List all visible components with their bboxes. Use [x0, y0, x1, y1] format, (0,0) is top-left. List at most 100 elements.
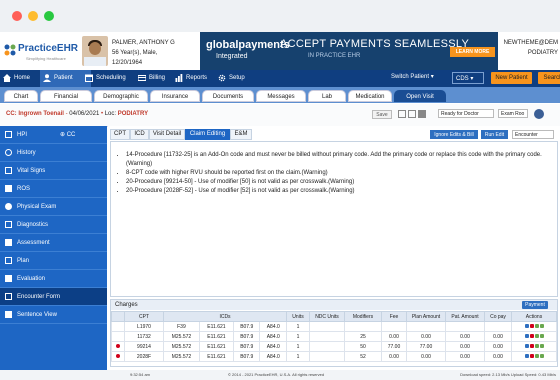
sidebar-item-encounter-form[interactable]: Encounter Form	[0, 288, 107, 306]
units-cell[interactable]: 1	[286, 331, 310, 342]
sidebar-item-diagnostics[interactable]: Diagnostics	[0, 216, 107, 234]
icd-cell[interactable]: B07.9	[232, 351, 261, 362]
move-down-icon[interactable]	[539, 333, 544, 338]
ad-learn-more-button[interactable]: LEARN MORE	[450, 47, 495, 57]
nav-setup[interactable]: Setup	[215, 70, 263, 87]
edit-icon[interactable]	[524, 343, 529, 348]
save-button[interactable]: Save	[372, 110, 392, 119]
move-up-icon[interactable]	[534, 333, 539, 338]
maximize-window-button[interactable]	[44, 11, 54, 21]
minimize-window-button[interactable]	[28, 11, 38, 21]
fee-cell[interactable]: 0.00	[381, 331, 407, 342]
chief-complaint[interactable]: Ingrown Toenail	[18, 111, 64, 117]
sidebar-item-sentence-view[interactable]: Sentence View	[0, 306, 107, 324]
units-cell[interactable]: 1	[286, 351, 310, 362]
payment-button[interactable]: Payment	[522, 301, 548, 309]
table-row[interactable]: 99214 M25.572 E11.621 B07.9 A84.0 1 50 7…	[111, 341, 557, 352]
table-row[interactable]: 11732 M25.572 E11.621 B07.9 A84.0 1 25 0…	[111, 331, 557, 342]
move-up-icon[interactable]	[534, 353, 539, 358]
ndc-units-cell[interactable]	[309, 351, 345, 362]
cds-dropdown[interactable]: CDS ▾	[452, 72, 484, 84]
icd-cell[interactable]: E11.621	[198, 321, 234, 332]
icd-cell[interactable]: E11.621	[198, 331, 234, 342]
tab-lab[interactable]: Lab	[308, 90, 346, 102]
icd-cell[interactable]: M25.572	[163, 341, 200, 352]
move-up-icon[interactable]	[534, 323, 539, 328]
subtab-cpt[interactable]: CPT	[110, 129, 130, 140]
move-down-icon[interactable]	[539, 323, 544, 328]
ndc-units-cell[interactable]	[309, 321, 345, 332]
cpt-cell[interactable]: 99214	[124, 341, 164, 352]
close-window-button[interactable]	[12, 11, 22, 21]
tab-medication[interactable]: Medication	[348, 90, 392, 102]
sidebar-item-vital-signs[interactable]: Vital Signs	[0, 162, 107, 180]
icd-cell[interactable]: B07.9	[232, 331, 261, 342]
table-row[interactable]: L1970 F39 E11.621 B07.9 A84.0 1	[111, 321, 557, 332]
tab-demographic[interactable]: Demographic	[94, 90, 148, 102]
modifiers-cell[interactable]: 52	[344, 351, 382, 362]
cpt-cell[interactable]: L1970	[124, 321, 164, 332]
icd-cell[interactable]: B07.9	[232, 341, 261, 352]
cc-toggle[interactable]: ⊕ CC	[60, 126, 75, 144]
icd-cell[interactable]: B07.9	[232, 321, 261, 332]
subtab-claim-editing[interactable]: Claim Editing	[185, 129, 230, 140]
claim-scope-select[interactable]: Encounter	[512, 130, 554, 139]
new-patient-button[interactable]: New Patient	[491, 72, 532, 84]
tab-insurance[interactable]: Insurance	[150, 90, 200, 102]
exam-room-select[interactable]: Exam Roo	[498, 109, 528, 118]
subtab-visit-detail[interactable]: Visit Detail	[149, 129, 185, 140]
delete-icon[interactable]	[529, 353, 534, 358]
cpt-cell[interactable]: 2028F	[124, 351, 164, 362]
sidebar-item-physical-exam[interactable]: Physical Exam	[0, 198, 107, 216]
modifiers-cell[interactable]	[344, 321, 382, 332]
settings-gear-icon[interactable]	[534, 109, 544, 119]
tab-messages[interactable]: Messages	[256, 90, 306, 102]
icd-cell[interactable]: M25.572	[163, 351, 200, 362]
visit-status-select[interactable]: Ready for Doctor	[438, 109, 494, 118]
delete-icon[interactable]	[529, 333, 534, 338]
move-down-icon[interactable]	[539, 353, 544, 358]
modifiers-cell[interactable]: 25	[344, 331, 382, 342]
table-row[interactable]: 2028F M25.572 E11.621 B07.9 A84.0 1 52 0…	[111, 351, 557, 362]
tab-documents[interactable]: Documents	[202, 90, 254, 102]
units-cell[interactable]: 1	[286, 321, 310, 332]
logo[interactable]: PracticeEHR Simplifying Healthcare	[4, 41, 78, 63]
sidebar-item-evaluation[interactable]: Evaluation	[0, 270, 107, 288]
edit-icon[interactable]	[524, 333, 529, 338]
fee-cell[interactable]: 77.00	[381, 341, 407, 352]
sidebar-item-history[interactable]: History	[0, 144, 107, 162]
icd-cell[interactable]: A84.0	[259, 331, 287, 342]
icd-cell[interactable]: A84.0	[259, 341, 287, 352]
icd-cell[interactable]: F39	[163, 321, 200, 332]
subtab-em[interactable]: E&M	[230, 129, 252, 140]
icd-cell[interactable]: M25.572	[163, 331, 200, 342]
fee-cell[interactable]: 0.00	[381, 351, 407, 362]
cpt-cell[interactable]: 11732	[124, 331, 164, 342]
run-edit-button[interactable]: Run Edit	[481, 130, 508, 139]
icd-cell[interactable]: A84.0	[259, 351, 287, 362]
ndc-units-cell[interactable]	[309, 331, 345, 342]
print-icon[interactable]	[408, 110, 416, 118]
edit-icon[interactable]	[524, 353, 529, 358]
printer-icon[interactable]	[418, 110, 426, 118]
tab-financial[interactable]: Financial	[40, 90, 92, 102]
sidebar-item-ros[interactable]: ROS	[0, 180, 107, 198]
ignore-edits-bill-button[interactable]: Ignore Edits & Bill	[430, 130, 478, 139]
move-down-icon[interactable]	[539, 343, 544, 348]
user-info[interactable]: NEWTHEME@DEM PODIATRY	[504, 38, 558, 58]
switch-patient-dropdown[interactable]: Switch Patient ▾	[391, 73, 434, 80]
delete-icon[interactable]	[529, 323, 534, 328]
patient-name[interactable]: PALMER, ANTHONY G	[112, 38, 175, 48]
ndc-units-cell[interactable]	[309, 341, 345, 352]
delete-icon[interactable]	[529, 343, 534, 348]
fee-cell[interactable]	[381, 321, 407, 332]
print-icon[interactable]	[398, 110, 406, 118]
tab-chart[interactable]: Chart	[4, 90, 38, 102]
icd-cell[interactable]: E11.621	[198, 341, 234, 352]
sidebar-item-assessment[interactable]: Assessment	[0, 234, 107, 252]
edit-icon[interactable]	[524, 323, 529, 328]
icd-cell[interactable]: E11.621	[198, 351, 234, 362]
subtab-icd[interactable]: ICD	[130, 129, 149, 140]
units-cell[interactable]: 1	[286, 341, 310, 352]
move-up-icon[interactable]	[534, 343, 539, 348]
